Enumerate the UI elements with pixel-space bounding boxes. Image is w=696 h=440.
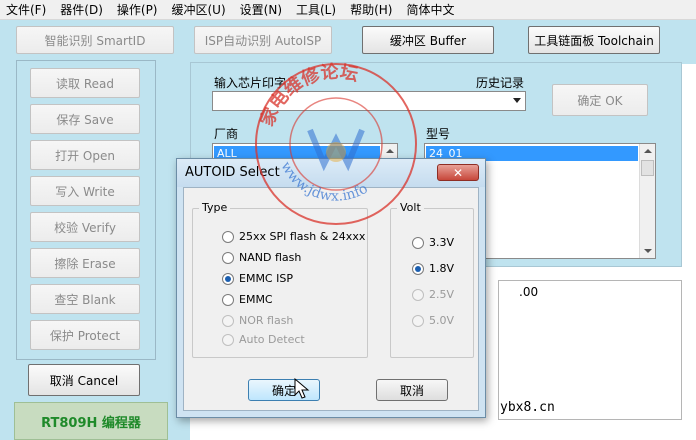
autoisp-button[interactable]: ISP自动识别 AutoISP — [194, 26, 332, 54]
chevron-down-icon[interactable] — [513, 98, 521, 103]
radio-button-checked-icon[interactable] — [222, 272, 234, 285]
mouse-cursor-icon — [294, 378, 310, 399]
verify-button[interactable]: 校验 Verify — [30, 212, 140, 242]
scroll-up-icon[interactable] — [644, 149, 652, 153]
blank-check-button[interactable]: 查空 Blank — [30, 284, 140, 314]
footer-watermark-text: ybx8.cn — [500, 400, 555, 415]
scroll-thumb[interactable] — [641, 160, 654, 176]
scroll-up-icon[interactable] — [386, 149, 394, 153]
model-label: 型号 — [426, 127, 451, 141]
protect-button[interactable]: 保护 Protect — [30, 320, 140, 350]
volt-option-label: 5.0V — [429, 314, 455, 327]
open-button[interactable]: 打开 Open — [30, 140, 140, 170]
type-option-nor-flash: NOR flash — [222, 314, 293, 327]
type-option-emmc[interactable]: EMMC — [222, 293, 273, 306]
chip-input-label: 输入芯片印字 — [214, 76, 287, 90]
menu-buffer[interactable]: 缓冲区(U) — [172, 1, 226, 18]
log-text: .00 — [519, 285, 539, 299]
log-output: .00 — [498, 280, 682, 420]
menu-settings[interactable]: 设置(N) — [240, 1, 282, 18]
radio-button-icon — [412, 288, 424, 301]
buffer-button[interactable]: 缓冲区 Buffer — [362, 26, 494, 54]
type-option-label: NOR flash — [239, 314, 294, 327]
radio-button-icon — [222, 333, 234, 346]
menu-device[interactable]: 器件(D) — [60, 1, 103, 18]
radio-button-icon[interactable] — [222, 293, 234, 306]
radio-button-icon — [412, 314, 424, 327]
type-option-emmc-isp[interactable]: EMMC ISP — [222, 272, 293, 285]
vendor-label: 厂商 — [214, 127, 239, 141]
scroll-down-icon[interactable] — [644, 249, 652, 253]
volt-option-label: 3.3V — [429, 236, 455, 249]
close-icon[interactable]: ✕ — [437, 164, 479, 181]
menu-bar: 文件(F) 器件(D) 操作(P) 缓冲区(U) 设置(N) 工具(L) 帮助(… — [0, 0, 696, 20]
model-scrollbar[interactable] — [639, 144, 655, 258]
radio-button-icon[interactable] — [222, 251, 234, 264]
ok-button[interactable]: 确定 OK — [552, 84, 648, 116]
radio-button-icon[interactable] — [222, 230, 234, 243]
volt-group-title: Volt — [397, 201, 424, 214]
volt-option-1v8[interactable]: 1.8V — [412, 262, 454, 275]
type-group-title: Type — [199, 201, 231, 214]
type-option-label: Auto Detect — [239, 333, 305, 346]
menu-operation[interactable]: 操作(P) — [117, 1, 158, 18]
volt-option-5v0: 5.0V — [412, 314, 454, 327]
volt-group: Volt — [390, 201, 474, 358]
brand-label: RT809H 编程器 — [14, 402, 168, 440]
type-option-spi-flash[interactable]: 25xx SPI flash & 24xxx — [222, 230, 365, 243]
chip-input-combo[interactable] — [212, 91, 526, 111]
type-option-nand-flash[interactable]: NAND flash — [222, 251, 301, 264]
autoid-select-dialog: AUTOID Select ✕ Type 25xx SPI flash & 24… — [176, 158, 486, 418]
history-label: 历史记录 — [476, 76, 525, 90]
dialog-cancel-button[interactable]: 取消 — [376, 379, 448, 401]
type-option-auto-detect: Auto Detect — [222, 333, 305, 346]
type-option-label: NAND flash — [239, 251, 302, 264]
radio-button-icon — [222, 314, 234, 327]
radio-button-checked-icon[interactable] — [412, 262, 424, 275]
radio-button-icon[interactable] — [412, 236, 424, 249]
menu-help[interactable]: 帮助(H) — [350, 1, 392, 18]
volt-option-label: 2.5V — [429, 288, 455, 301]
save-button[interactable]: 保存 Save — [30, 104, 140, 134]
type-option-label: 25xx SPI flash & 24xxx — [239, 230, 366, 243]
dialog-body: Type 25xx SPI flash & 24xxx NAND flash E… — [183, 187, 479, 411]
volt-option-2v5: 2.5V — [412, 288, 454, 301]
type-option-label: EMMC ISP — [239, 272, 293, 285]
write-button[interactable]: 写入 Write — [30, 176, 140, 206]
volt-option-label: 1.8V — [429, 262, 455, 275]
smartid-button[interactable]: 智能识别 SmartID — [16, 26, 174, 54]
volt-option-3v3[interactable]: 3.3V — [412, 236, 454, 249]
menu-file[interactable]: 文件(F) — [6, 1, 46, 18]
menu-tools[interactable]: 工具(L) — [296, 1, 336, 18]
type-option-label: EMMC — [239, 293, 273, 306]
read-button[interactable]: 读取 Read — [30, 68, 140, 98]
cancel-button[interactable]: 取消 Cancel — [28, 364, 140, 396]
menu-language[interactable]: 简体中文 — [406, 1, 454, 18]
erase-button[interactable]: 擦除 Erase — [30, 248, 140, 278]
toolchain-button[interactable]: 工具链面板 Toolchain — [528, 26, 660, 54]
